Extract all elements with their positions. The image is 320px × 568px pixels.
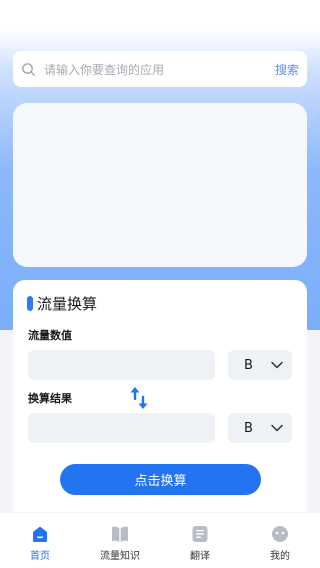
tab-label: 首页 xyxy=(30,551,50,562)
swap-icon[interactable] xyxy=(130,386,148,410)
home-icon xyxy=(33,526,47,542)
tab-label: 翻译 xyxy=(190,551,210,562)
profile-icon xyxy=(272,526,288,542)
input-unit-value: B xyxy=(244,357,253,373)
input-label: 流量数值 xyxy=(28,329,72,342)
traffic-value-input[interactable] xyxy=(28,350,215,380)
result-unit-value: B xyxy=(244,420,253,436)
tab-knowledge[interactable]: 流量知识 xyxy=(80,513,160,568)
result-unit-select[interactable]: B xyxy=(228,413,292,443)
bottom-tab-bar: 首页 流量知识 翻译 我的 xyxy=(0,513,320,568)
result-value-field[interactable] xyxy=(28,413,215,443)
search-input[interactable]: 请输入你要查询的应用 xyxy=(44,61,275,78)
title-accent-bar xyxy=(27,296,33,311)
translate-icon xyxy=(192,526,208,542)
tab-home[interactable]: 首页 xyxy=(0,513,80,568)
book-icon xyxy=(112,526,128,542)
converter-title-text: 流量换算 xyxy=(37,295,98,313)
tab-label: 流量知识 xyxy=(100,551,140,562)
tab-profile[interactable]: 我的 xyxy=(240,513,320,568)
search-button[interactable]: 搜索 xyxy=(275,61,299,78)
banner-area xyxy=(13,103,307,267)
converter-title: 流量换算 xyxy=(27,293,97,314)
convert-button[interactable]: 点击换算 xyxy=(60,464,261,495)
tab-translate[interactable]: 翻译 xyxy=(160,513,240,568)
tab-label: 我的 xyxy=(270,551,290,562)
chevron-down-icon xyxy=(271,424,283,432)
result-label: 换算结果 xyxy=(28,392,72,405)
search-bar[interactable]: 请输入你要查询的应用 搜索 xyxy=(13,51,307,87)
search-icon xyxy=(21,61,37,77)
chevron-down-icon xyxy=(271,361,283,369)
converter-card: 流量换算 流量数值 B 换算结果 B 点击换算 xyxy=(13,280,307,512)
input-unit-select[interactable]: B xyxy=(228,350,292,380)
